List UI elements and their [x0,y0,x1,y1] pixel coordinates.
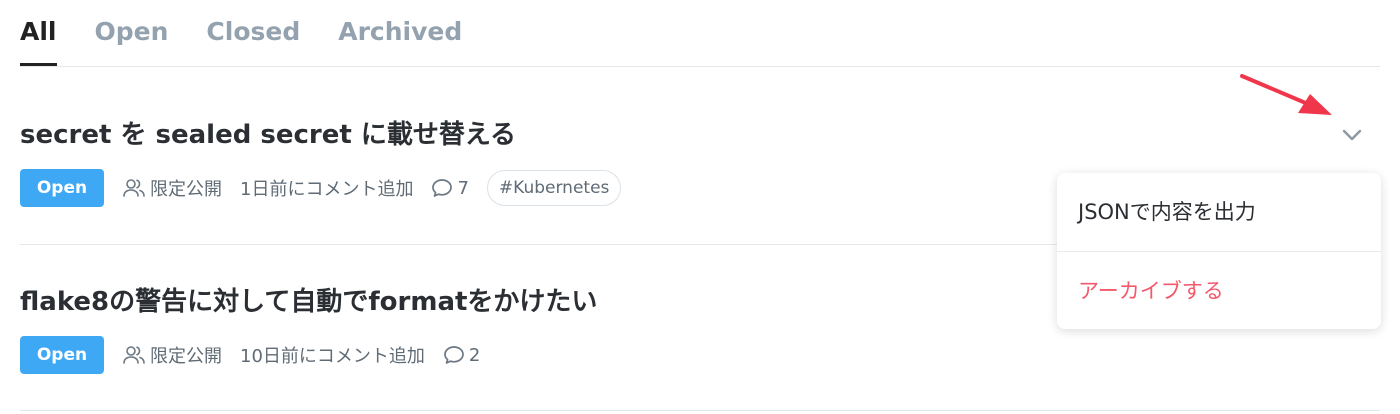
page: All Open Closed Archived secret を sealed… [0,0,1400,414]
comment-count: 7 [431,177,469,199]
tab-bar: All Open Closed Archived [20,0,1380,67]
status-badge: Open [20,336,104,374]
options-toggle[interactable] [1337,120,1367,150]
visibility-label: 限定公開 [150,179,222,200]
issue-title[interactable]: secret を sealed secret に載せ替える [20,114,1380,151]
tab-archived[interactable]: Archived [338,0,462,64]
comment-count: 2 [443,345,480,366]
tab-open[interactable]: Open [95,0,169,64]
row-divider [20,410,1380,411]
comment-count-value: 2 [468,344,481,366]
visibility: 限定公開 [122,175,222,201]
last-activity: 10日前にコメント追加 [240,346,425,367]
visibility-label: 限定公開 [150,346,222,367]
chevron-down-icon [1342,129,1362,141]
options-menu: JSONで内容を出力 アーカイブする [1057,173,1381,329]
status-badge: Open [20,169,104,207]
export-json-item[interactable]: JSONで内容を出力 [1057,173,1381,251]
tab-closed[interactable]: Closed [206,0,300,64]
tab-all[interactable]: All [20,0,57,66]
visibility: 限定公開 [122,342,222,368]
users-icon [123,179,145,197]
users-icon [123,346,145,364]
last-activity: 1日前にコメント追加 [240,179,414,200]
annotation-arrow-icon [1240,74,1332,115]
comment-icon [444,346,464,364]
comment-count-value: 7 [457,177,469,199]
archive-item[interactable]: アーカイブする [1057,251,1381,330]
tag-chip[interactable]: #Kubernetes [486,170,622,206]
issue-meta: Open 限定公開 10日前にコメント追加 2 [20,336,1380,374]
comment-icon [432,179,453,197]
